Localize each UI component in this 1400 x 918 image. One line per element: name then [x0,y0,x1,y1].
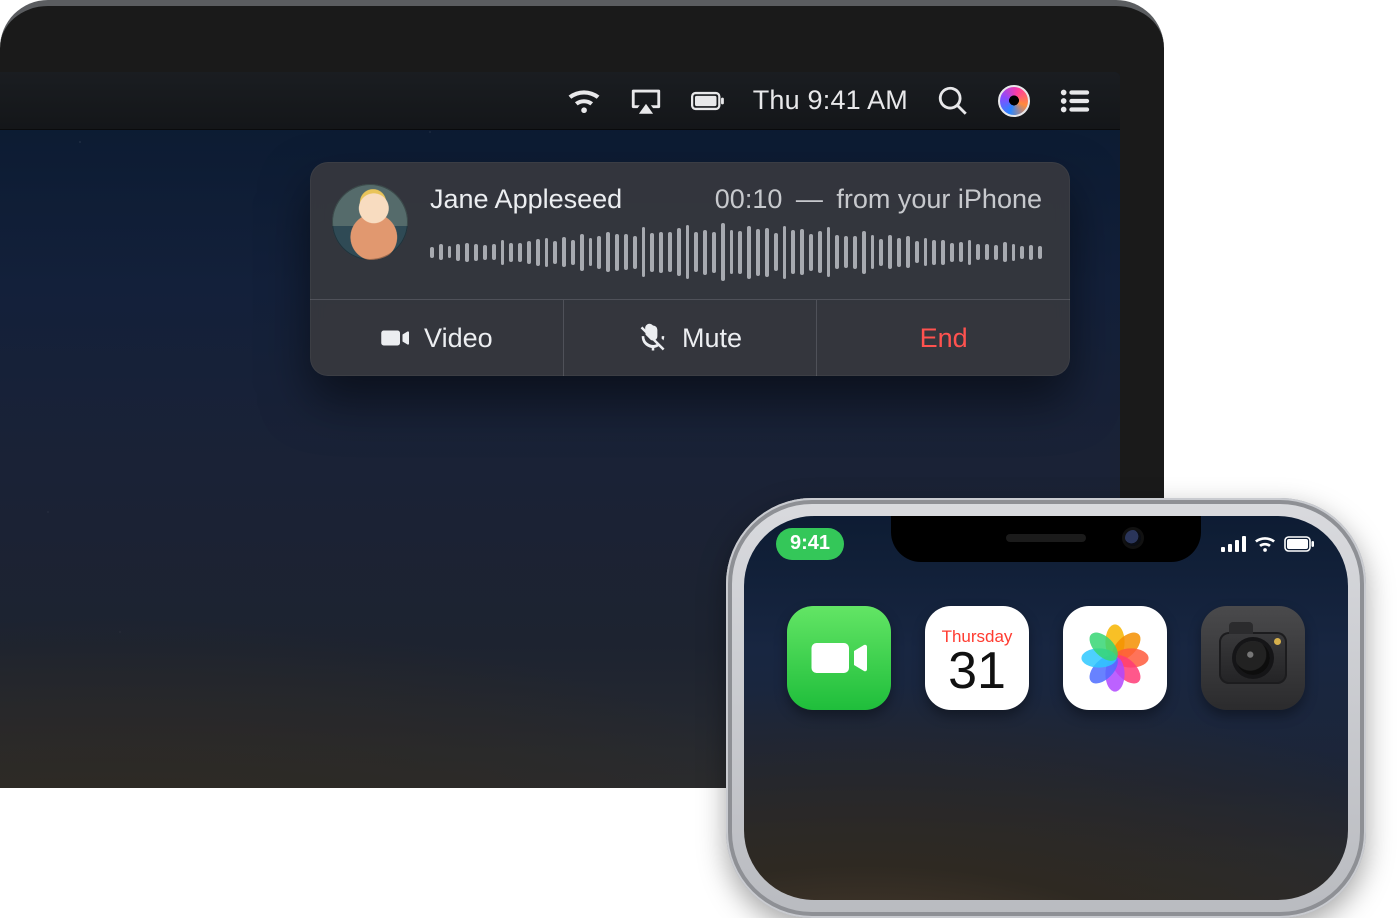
home-screen-apps-row: Thursday 31 [744,606,1348,710]
iphone-frame: 9:41 Thursday 31 [726,498,1366,918]
wifi-icon [1254,533,1276,555]
call-action-row: Video Mute End [310,299,1070,376]
wifi-icon[interactable] [567,84,601,118]
mute-icon [638,323,668,353]
facetime-app-icon[interactable] [787,606,891,710]
menu-bar-clock[interactable]: Thu 9:41 AM [753,85,908,116]
photos-app-icon[interactable] [1063,606,1167,710]
call-duration: 00:10 [715,184,783,214]
camera-icon [1219,632,1287,684]
battery-icon[interactable] [691,84,725,118]
call-notification-panel: Jane Appleseed 00:10 — from your iPhone … [310,162,1070,376]
mute-button-label: Mute [682,323,742,354]
camera-app-icon[interactable] [1201,606,1305,710]
battery-icon [1284,536,1316,552]
end-button[interactable]: End [816,300,1070,376]
notification-center-icon[interactable] [1058,84,1092,118]
call-info-row: Jane Appleseed 00:10 — from your iPhone [310,162,1070,299]
mac-menu-bar: Thu 9:41 AM [0,72,1120,130]
iphone-screen: 9:41 Thursday 31 [744,516,1348,900]
search-icon[interactable] [936,84,970,118]
airplay-icon[interactable] [629,84,663,118]
iphone-status-bar: 9:41 [744,524,1348,564]
calendar-date: 31 [948,645,1006,697]
end-button-label: End [920,323,968,354]
video-button-label: Video [424,323,493,354]
active-call-time-pill[interactable]: 9:41 [776,528,844,560]
siri-icon[interactable] [998,85,1030,117]
video-icon [809,628,869,688]
photos-flower-icon [1075,618,1155,698]
call-source: from your iPhone [836,184,1042,214]
call-subtitle: 00:10 — from your iPhone [715,184,1042,215]
video-button[interactable]: Video [310,300,563,376]
video-icon [380,323,410,353]
caller-name: Jane Appleseed [430,184,622,215]
caller-avatar [332,184,408,260]
mute-button[interactable]: Mute [563,300,817,376]
calendar-app-icon[interactable]: Thursday 31 [925,606,1029,710]
audio-waveform [430,225,1042,279]
cellular-signal-icon [1221,536,1246,552]
